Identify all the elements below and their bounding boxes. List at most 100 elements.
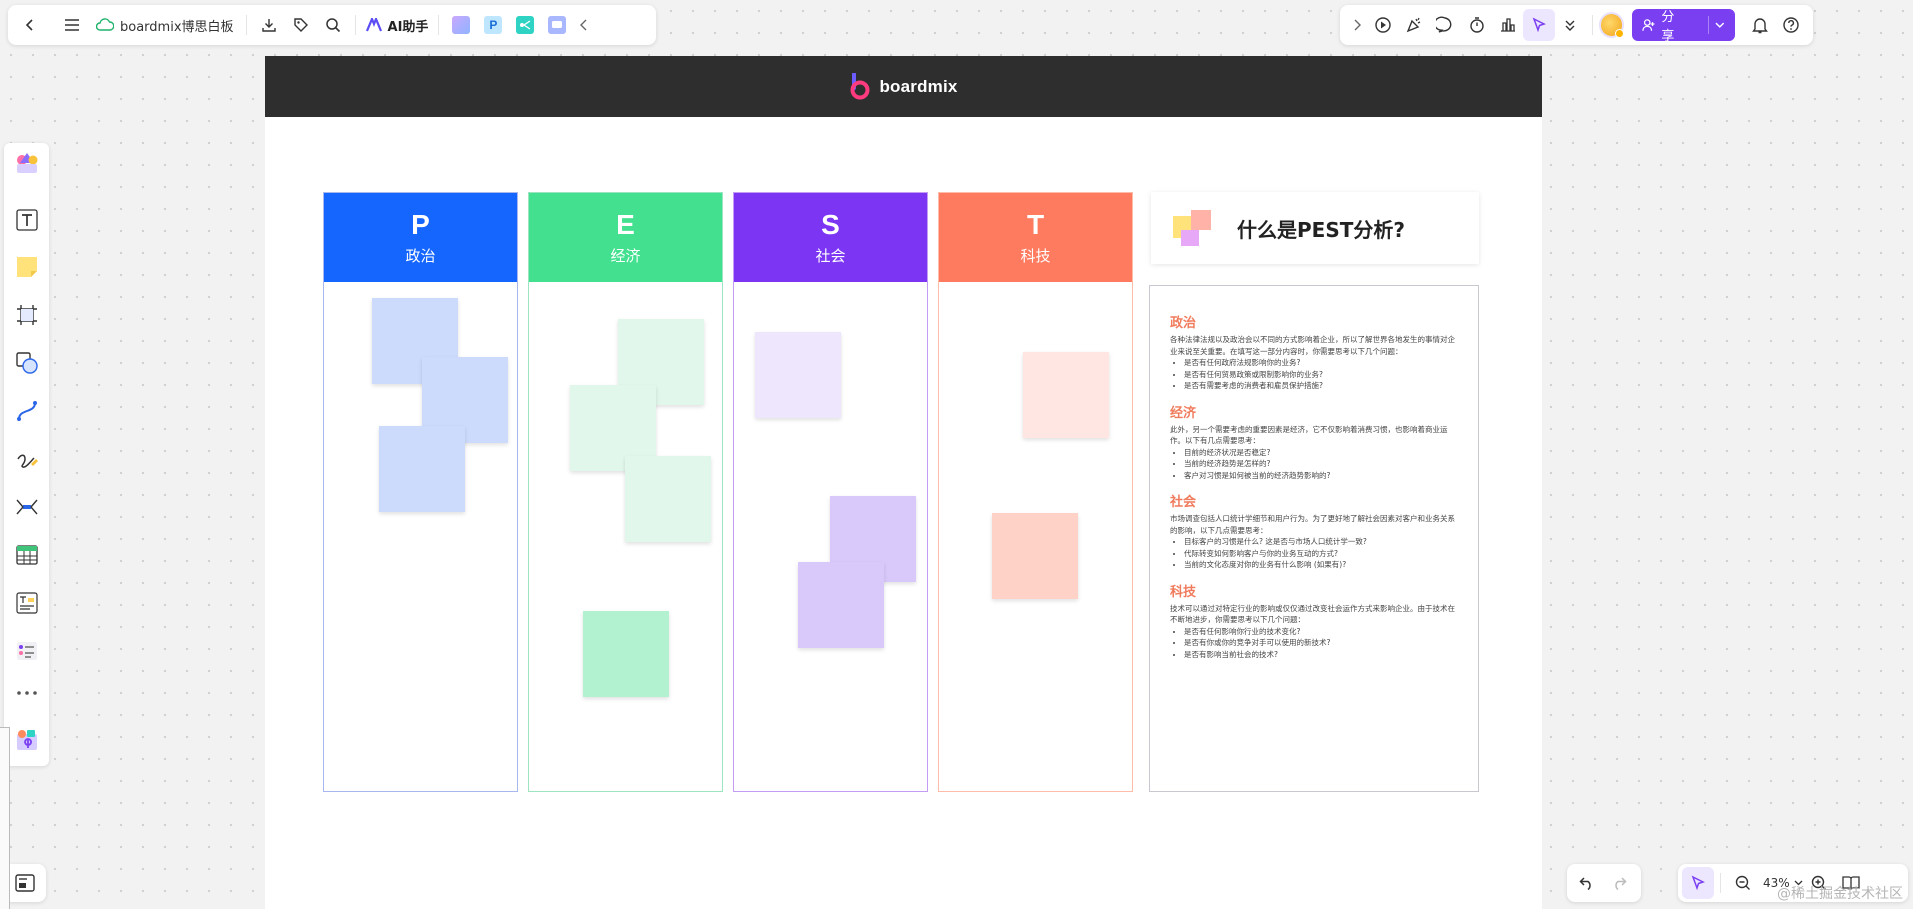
celebrate-icon[interactable] bbox=[1399, 9, 1430, 41]
zoom-out-icon[interactable] bbox=[1727, 867, 1759, 899]
list-template-icon[interactable] bbox=[11, 635, 43, 667]
list-item: 是否有影响当前社会的技术? bbox=[1184, 649, 1458, 661]
section-list: 是否有任何影响你行业的技术变化? 是否有你或你的竞争对手可以使用的新技术? 是否… bbox=[1170, 626, 1458, 661]
table-tool-icon[interactable] bbox=[11, 539, 43, 571]
divider bbox=[1591, 15, 1593, 35]
sticky-note[interactable] bbox=[798, 562, 884, 648]
app-store-icon[interactable] bbox=[11, 725, 43, 757]
undo-redo-bar bbox=[1567, 864, 1641, 902]
info-card[interactable]: 政治 各种法律法规以及政治会以不同的方式影响着企业，所以了解世界各地发生的事情对… bbox=[1149, 285, 1479, 792]
list-item: 是否有任何政府法规影响你的业务? bbox=[1184, 357, 1458, 369]
minimap-button[interactable] bbox=[4, 864, 46, 902]
bell-icon[interactable] bbox=[1745, 9, 1776, 41]
ai-assistant-label: AI助手 bbox=[387, 19, 429, 35]
pest-column-p[interactable]: P 政治 bbox=[323, 192, 518, 792]
timer-icon[interactable] bbox=[1461, 9, 1492, 41]
expand-chevron-icon[interactable] bbox=[1346, 9, 1367, 41]
redo-icon[interactable] bbox=[1603, 867, 1635, 899]
back-icon[interactable] bbox=[14, 9, 46, 41]
column-name: 政治 bbox=[405, 247, 436, 265]
section-text: 各种法律法规以及政治会以不同的方式影响着企业，所以了解世界各地发生的事情对企业来… bbox=[1170, 335, 1455, 356]
ai-assistant-button[interactable]: AI助手 bbox=[362, 16, 433, 35]
template-shapes-icon[interactable] bbox=[11, 147, 43, 179]
left-edge-handle[interactable] bbox=[0, 727, 10, 909]
tag-icon[interactable] bbox=[285, 9, 317, 41]
connector-tool-icon[interactable] bbox=[11, 395, 43, 427]
select-cursor-icon[interactable] bbox=[1682, 867, 1714, 899]
divider bbox=[1720, 873, 1721, 893]
ai-icon bbox=[365, 18, 382, 32]
section-text: 市场调查包括人口统计学细节和用户行为。为了更好地了解社会因素对客户和业务关系的影… bbox=[1170, 514, 1455, 535]
comment-ai-icon[interactable] bbox=[541, 9, 573, 41]
text-template-icon[interactable] bbox=[11, 587, 43, 619]
section-title: 经济 bbox=[1170, 405, 1197, 421]
share-dropdown-icon[interactable] bbox=[1715, 21, 1725, 29]
cloud-sync-icon bbox=[96, 18, 114, 31]
list-item: 当前的经济趋势是怎样的? bbox=[1184, 458, 1458, 470]
sticky-note[interactable] bbox=[379, 426, 465, 512]
comment-icon[interactable] bbox=[1430, 9, 1461, 41]
column-name: 社会 bbox=[815, 247, 846, 265]
text-tool-icon[interactable] bbox=[11, 204, 43, 236]
mindmap-icon[interactable] bbox=[509, 9, 541, 41]
brand-name: boardmix bbox=[879, 76, 958, 96]
sticky-note[interactable] bbox=[583, 611, 669, 697]
sticky-note[interactable] bbox=[755, 332, 841, 418]
collapse-chevron-icon[interactable] bbox=[573, 9, 595, 41]
question-card[interactable]: 什么是PEST分析? bbox=[1151, 192, 1479, 264]
column-name: 经济 bbox=[610, 247, 641, 265]
section-technology: 科技 技术可以通过对特定行业的影响或仅仅通过改变社会运作方式来影响企业。由于技术… bbox=[1170, 581, 1458, 661]
frame-tool-icon[interactable] bbox=[11, 299, 43, 331]
list-item: 是否有需要考虑的消费者和雇员保护措施? bbox=[1184, 380, 1458, 392]
column-letter: S bbox=[821, 209, 840, 240]
sticky-note[interactable] bbox=[1023, 352, 1109, 438]
presentation-p-icon[interactable]: P bbox=[477, 9, 509, 41]
list-item: 目标客户的习惯是什么? 这是否与市场人口统计学一致? bbox=[1184, 536, 1458, 548]
section-political: 政治 各种法律法规以及政治会以不同的方式影响着企业，所以了解世界各地发生的事情对… bbox=[1170, 312, 1458, 392]
column-letter: T bbox=[1026, 209, 1045, 240]
pen-tool-icon[interactable] bbox=[11, 443, 43, 475]
board-canvas[interactable]: boardmix P 政治 E 经济 S 社会 T 科技 什么是PEST分析? … bbox=[265, 56, 1542, 909]
image-gen-icon[interactable] bbox=[445, 9, 477, 41]
list-item: 客户对习惯是如何被当前的经济趋势影响的? bbox=[1184, 470, 1458, 482]
undo-icon[interactable] bbox=[1571, 867, 1603, 899]
section-title: 政治 bbox=[1170, 316, 1197, 331]
top-left-toolbar: boardmix博思白板 AI助手 P bbox=[8, 5, 656, 45]
more-chevron-icon[interactable] bbox=[1555, 9, 1586, 41]
column-header-s: S 社会 bbox=[734, 193, 927, 282]
section-text: 此外，另一个需要考虑的重要因素是经济，它不仅影响着消费习惯，也影响着商业运作。以… bbox=[1170, 424, 1448, 446]
avatar[interactable] bbox=[1598, 12, 1625, 38]
shape-tool-icon[interactable] bbox=[11, 347, 43, 379]
doc-title-area[interactable]: boardmix博思白板 bbox=[96, 16, 234, 35]
sticky-note-icon[interactable] bbox=[11, 251, 43, 283]
column-letter: P bbox=[411, 209, 430, 240]
menu-icon[interactable] bbox=[56, 9, 88, 41]
list-item: 代际转变如何影响客户与你的业务互动的方式? bbox=[1184, 548, 1458, 560]
share-button[interactable]: 分享 bbox=[1631, 9, 1735, 44]
column-header-e: E 经济 bbox=[529, 193, 722, 282]
mindmap-tool-icon[interactable] bbox=[11, 491, 43, 523]
sticky-note[interactable] bbox=[992, 513, 1078, 599]
vote-icon[interactable] bbox=[1492, 9, 1523, 41]
divider bbox=[245, 15, 247, 35]
help-icon[interactable] bbox=[1776, 9, 1807, 41]
play-icon[interactable] bbox=[1367, 9, 1398, 41]
left-toolbar bbox=[4, 143, 49, 766]
sticky-stack-icon bbox=[1173, 210, 1211, 246]
sticky-note[interactable] bbox=[625, 456, 711, 542]
pest-column-e[interactable]: E 经济 bbox=[528, 192, 723, 792]
pest-column-t[interactable]: T 科技 bbox=[938, 192, 1133, 792]
list-item: 是否有你或你的竞争对手可以使用的新技术? bbox=[1184, 637, 1458, 649]
list-item: 是否有任何影响你行业的技术变化? bbox=[1184, 626, 1458, 638]
minimap-icon bbox=[15, 874, 35, 892]
divider bbox=[438, 15, 440, 35]
section-title: 社会 bbox=[1170, 495, 1197, 510]
add-user-icon bbox=[1642, 19, 1655, 31]
share-label: 分享 bbox=[1661, 10, 1675, 44]
search-icon[interactable] bbox=[317, 9, 349, 41]
doc-title[interactable]: boardmix博思白板 bbox=[120, 16, 234, 35]
more-tools-icon[interactable] bbox=[11, 677, 43, 709]
download-icon[interactable] bbox=[253, 9, 285, 41]
follow-cursor-icon[interactable] bbox=[1523, 9, 1555, 41]
pest-column-s[interactable]: S 社会 bbox=[733, 192, 928, 792]
